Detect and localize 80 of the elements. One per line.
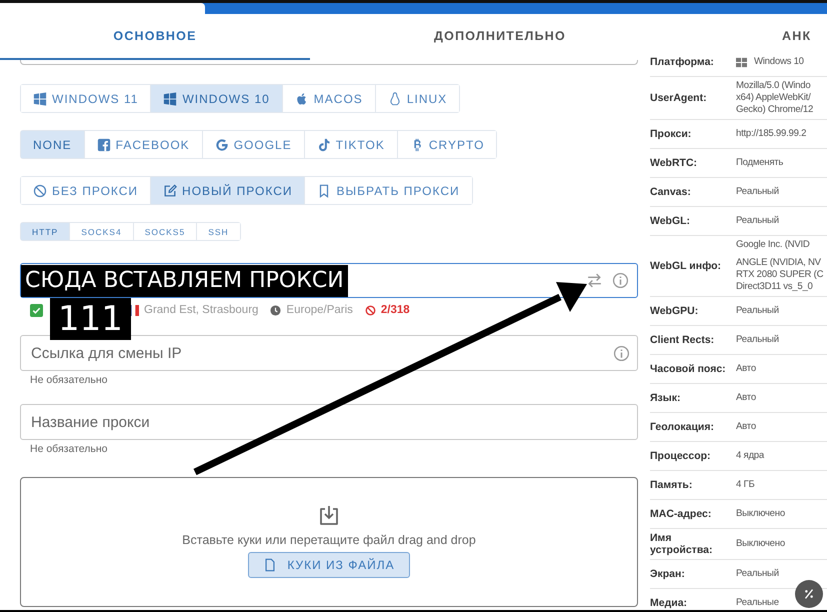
summary-label: WebGL инфо: (650, 260, 722, 272)
summary-label: Экран: (650, 568, 686, 580)
summary-value: RTX 2080 SUPER (C (736, 269, 824, 281)
windows-icon (33, 92, 47, 106)
summary-value: x64) AppleWebKit/ (736, 92, 810, 104)
tab[interactable]: ОСНОВНОЕ (0, 14, 310, 60)
summary-label: Язык: (650, 392, 682, 404)
platform-option[interactable]: NONE (21, 131, 85, 158)
hint-text: Не обязательно (29, 442, 108, 455)
prohibited-icon (364, 304, 376, 316)
clock-icon (270, 304, 282, 316)
summary-value: 4 ядра (736, 450, 764, 462)
summary-label: Canvas: (650, 186, 692, 198)
magic-button[interactable] (795, 580, 823, 608)
dropzone-text: Вставьте куки или перетащите файл drag and drop (182, 533, 476, 547)
summary-value: Авто (736, 363, 756, 375)
facebook-icon (96, 138, 111, 152)
summary-value: http://185.99.99.2 (736, 128, 806, 140)
summary-label: Имя устройства: (650, 532, 714, 556)
file-icon (263, 558, 278, 572)
cookie-dropzone[interactable]: Вставьте куки или перетащите файл drag and drop КУКИ ИЗ ФАЙЛА (20, 477, 638, 607)
annotation-number: 111 (50, 298, 131, 340)
windows-icon (736, 56, 747, 68)
summary-value: Gecko) Chrome/12 (736, 104, 814, 116)
hint-text: Не обязательно (29, 373, 108, 386)
summary-label: Часовой пояс: (650, 363, 727, 375)
edit-icon (163, 184, 178, 198)
summary-value: Реальный (736, 215, 779, 227)
summary-value: Реальные (736, 597, 779, 609)
percent-icon (802, 587, 816, 601)
summary-value: Реальный (736, 568, 779, 580)
download-icon (317, 504, 341, 528)
summary-label: Память: (650, 479, 694, 491)
summary-label: Client Rects: (650, 334, 716, 346)
protocol-option[interactable]: HTTP (21, 223, 70, 240)
summary-label: Прокси: (650, 128, 692, 140)
summary-label: MAC-адрес: (650, 508, 712, 520)
os-option[interactable]: WINDOWS 10 (151, 85, 283, 112)
summary-value: Авто (736, 392, 756, 404)
music-note-icon (316, 138, 331, 152)
proxy-mode-option[interactable]: БЕЗ ПРОКСИ (21, 177, 152, 204)
summary-value: Подменять (736, 157, 784, 169)
proxy-field[interactable] (20, 263, 638, 298)
info-icon[interactable] (612, 272, 629, 289)
summary-value: Windows 10 (754, 56, 804, 68)
google-icon (214, 138, 229, 152)
prohibited-icon (33, 184, 47, 198)
summary-label: Геолокация: (650, 421, 715, 433)
summary-label: Медиа: (650, 597, 688, 609)
windows-icon (163, 92, 178, 106)
os-option[interactable]: WINDOWS 11 (21, 85, 152, 112)
location-text: Grand Est, Strasbourg (144, 304, 258, 316)
summary-label: WebRTC: (650, 157, 698, 169)
summary-label: Платформа: (650, 56, 715, 68)
summary-value: ANGLE (NVIDIA, NV (736, 257, 821, 269)
summary-label: Процессор: (650, 450, 712, 462)
cookies-file-button[interactable]: КУКИ ИЗ ФАЙЛА (248, 552, 410, 578)
summary-label: WebGL: (650, 215, 692, 227)
summary-value: Mozilla/5.0 (Windo (736, 80, 810, 92)
summary-value: 4 ГБ (736, 479, 754, 491)
proxy-name-field[interactable]: Название прокси (20, 404, 638, 440)
summary-value: Авто (736, 421, 756, 433)
summary-value: Google Inc. (NVID (736, 239, 810, 251)
summary-value: Выключено (736, 508, 785, 520)
summary-label: UserAgent: (650, 92, 708, 104)
checkbox[interactable] (30, 304, 43, 316)
timezone-text: Europe/Paris (286, 304, 353, 316)
annotation-label: СЮДА ВСТАВЛЯЕМ ПРОКСИ (21, 265, 348, 297)
summary-value: Выключено (736, 538, 785, 550)
summary-value: Реальный (736, 334, 779, 346)
summary-value: Direct3D11 vs_5_0 (736, 281, 813, 293)
apple-icon (294, 92, 309, 106)
summary-label: WebGPU: (650, 305, 700, 317)
swap-icon[interactable] (586, 272, 603, 289)
proxy-mode-option[interactable]: НОВЫЙ ПРОКСИ (151, 177, 306, 204)
summary-value: Реальный (736, 186, 779, 198)
ip-change-field[interactable]: Ссылка для смены IP (20, 335, 638, 371)
blacklist-count: 2/318 (380, 304, 410, 316)
summary-value: Реальный (736, 305, 779, 317)
info-icon[interactable] (613, 345, 630, 362)
